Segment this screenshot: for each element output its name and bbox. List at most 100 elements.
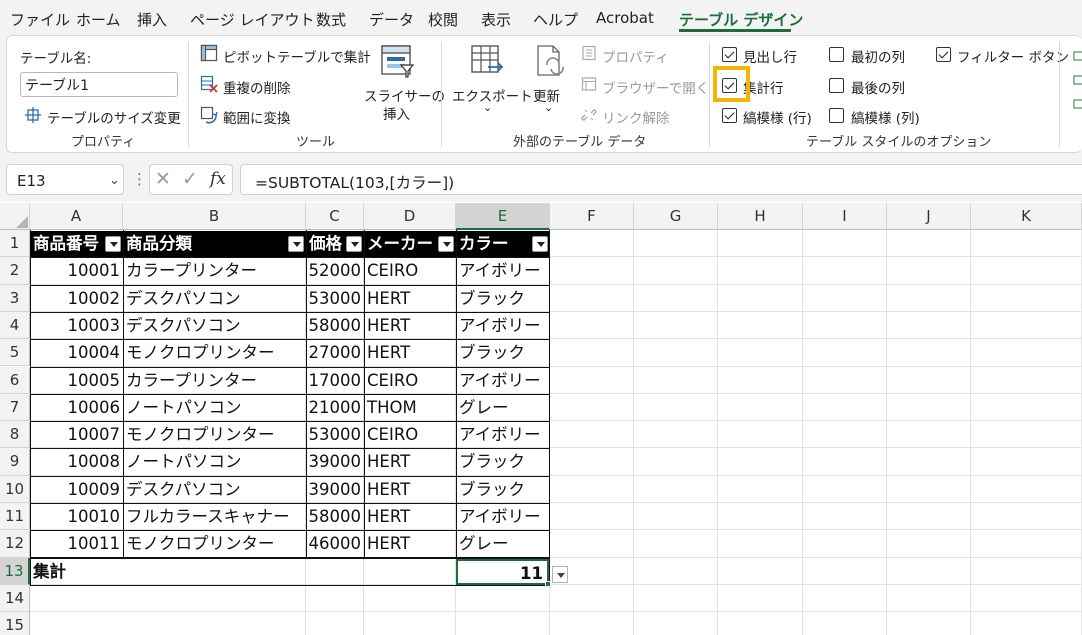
column-header-c[interactable]: C — [306, 203, 364, 230]
table-cell[interactable]: デスクパソコン — [123, 312, 306, 339]
table-cell[interactable]: 52000 — [306, 257, 364, 284]
table-cell[interactable]: 10007 — [30, 421, 123, 448]
header-row-checkbox[interactable] — [722, 47, 737, 62]
total-row-value[interactable]: 11 — [456, 558, 549, 585]
banded-columns-checkbox[interactable] — [829, 108, 844, 123]
table-cell[interactable]: アイボリー — [456, 312, 550, 339]
table-cell[interactable]: 58000 — [306, 312, 364, 339]
table-cell[interactable]: 58000 — [306, 503, 364, 530]
table-cell[interactable]: ブラック — [456, 339, 550, 366]
table-cell[interactable]: 10006 — [30, 394, 123, 421]
open-in-browser-button[interactable]: ブラウザーで開く — [602, 77, 709, 97]
filter-dropdown-button[interactable] — [288, 236, 304, 252]
resize-table-button[interactable]: テーブルのサイズ変更 — [47, 107, 181, 127]
table-cell[interactable]: 10009 — [30, 476, 123, 503]
unlink-button[interactable]: リンク解除 — [602, 107, 670, 127]
tab-data[interactable]: データ — [369, 9, 414, 30]
row-header-8[interactable]: 8 — [0, 421, 30, 449]
row-header-6[interactable]: 6 — [0, 366, 30, 394]
external-properties-button[interactable]: プロパティ — [602, 46, 669, 66]
slicer-button-line1[interactable]: スライサーの — [364, 85, 445, 105]
table-cell[interactable]: アイボリー — [456, 257, 550, 284]
formula-input[interactable]: =SUBTOTAL(103,[カラー]) — [240, 164, 1082, 195]
row-header-2[interactable]: 2 — [0, 257, 30, 285]
row-header-9[interactable]: 9 — [0, 448, 30, 476]
table-cell[interactable]: 27000 — [306, 339, 364, 366]
filter-dropdown-button[interactable] — [346, 236, 362, 252]
remove-duplicates-button[interactable]: 重複の削除 — [223, 77, 291, 97]
table-name-input[interactable] — [20, 72, 178, 97]
table-cell[interactable]: モノクロプリンター — [123, 421, 306, 448]
table-cell[interactable]: 10002 — [30, 285, 123, 312]
column-header-g[interactable]: G — [634, 203, 718, 230]
chevron-down-icon[interactable]: ⌄ — [109, 173, 120, 188]
table-cell[interactable]: フルカラースキャナー — [123, 503, 306, 530]
table-cell[interactable]: 10010 — [30, 503, 123, 530]
row-header-3[interactable]: 3 — [0, 284, 30, 312]
tab-view[interactable]: 表示 — [481, 9, 511, 30]
table-cell[interactable]: 46000 — [306, 530, 364, 557]
table-cell[interactable]: HERT — [364, 448, 456, 475]
table-cell[interactable]: モノクロプリンター — [123, 530, 306, 557]
tab-formulas[interactable]: 数式 — [316, 9, 346, 30]
filter-dropdown-button[interactable] — [532, 236, 548, 252]
table-cell[interactable]: カラープリンター — [123, 367, 306, 394]
cancel-icon[interactable]: ✕ — [155, 168, 171, 190]
convert-to-range-button[interactable]: 範囲に変換 — [223, 107, 291, 127]
table-cell[interactable]: 10011 — [30, 530, 123, 557]
fill-handle[interactable] — [545, 580, 551, 587]
row-header-12[interactable]: 12 — [0, 530, 30, 558]
table-cell[interactable]: 10004 — [30, 339, 123, 366]
filter-dropdown-button[interactable] — [105, 236, 121, 252]
table-cell[interactable]: ブラック — [456, 285, 550, 312]
table-cell[interactable]: ブラック — [456, 476, 550, 503]
table-cell[interactable]: アイボリー — [456, 503, 550, 530]
table-cell[interactable]: HERT — [364, 503, 456, 530]
filter-button-checkbox[interactable] — [936, 47, 951, 62]
table-cell[interactable]: 39000 — [306, 476, 364, 503]
check-icon[interactable]: ✓ — [182, 168, 198, 190]
table-cell[interactable]: HERT — [364, 530, 456, 557]
column-header-b[interactable]: B — [123, 203, 306, 230]
table-cell[interactable]: 17000 — [306, 367, 364, 394]
row-header-7[interactable]: 7 — [0, 393, 30, 422]
column-header-a[interactable]: A — [30, 203, 123, 230]
export-dropdown-icon[interactable]: ⌄ — [483, 101, 492, 114]
tab-page-layout[interactable]: ページ レイアウト — [190, 9, 314, 30]
table-cell[interactable]: ブラック — [456, 448, 550, 475]
tab-table-design[interactable]: テーブル デザイン — [679, 9, 803, 30]
export-button[interactable]: エクスポート — [452, 85, 533, 105]
table-cell[interactable]: 10008 — [30, 448, 123, 475]
table-cell[interactable]: 53000 — [306, 285, 364, 312]
insert-function-icon[interactable]: fx — [210, 169, 226, 189]
row-header-4[interactable]: 4 — [0, 311, 30, 340]
table-cell[interactable]: アイボリー — [456, 421, 550, 448]
table-cell[interactable]: HERT — [364, 476, 456, 503]
column-header-j[interactable]: J — [887, 203, 971, 230]
table-cell[interactable]: グレー — [456, 530, 550, 557]
table-cell[interactable]: グレー — [456, 394, 550, 421]
row-header-5[interactable]: 5 — [0, 339, 30, 367]
tab-insert[interactable]: 挿入 — [137, 9, 167, 30]
table-cell[interactable]: カラープリンター — [123, 257, 306, 284]
table-cell[interactable]: CEIRO — [364, 421, 456, 448]
spreadsheet-grid[interactable]: A B C D E F G H I J K 1 2 3 4 5 6 7 8 9 10 11 12 13 14 15 商品番号 商品分類… — [0, 203, 1082, 635]
table-cell[interactable]: HERT — [364, 339, 456, 366]
table-cell[interactable]: ノートパソコン — [123, 448, 306, 475]
table-cell[interactable]: HERT — [364, 285, 456, 312]
table-styles-gallery-icon[interactable] — [1072, 50, 1082, 112]
table-cell[interactable]: アイボリー — [456, 367, 550, 394]
row-header-13[interactable]: 13 — [0, 557, 30, 585]
table-cell[interactable]: HERT — [364, 312, 456, 339]
name-box[interactable]: E13 ⌄ — [6, 164, 124, 195]
filter-dropdown-button[interactable] — [438, 236, 454, 252]
table-cell[interactable]: THOM — [364, 394, 456, 421]
tab-help[interactable]: ヘルプ — [533, 9, 578, 30]
table-cell[interactable]: 10003 — [30, 312, 123, 339]
column-header-k[interactable]: K — [971, 203, 1082, 230]
banded-rows-checkbox[interactable] — [722, 108, 737, 123]
column-header-f[interactable]: F — [550, 203, 634, 230]
table-cell[interactable]: デスクパソコン — [123, 476, 306, 503]
column-header-d[interactable]: D — [364, 203, 456, 230]
table-cell[interactable]: 10005 — [30, 367, 123, 394]
